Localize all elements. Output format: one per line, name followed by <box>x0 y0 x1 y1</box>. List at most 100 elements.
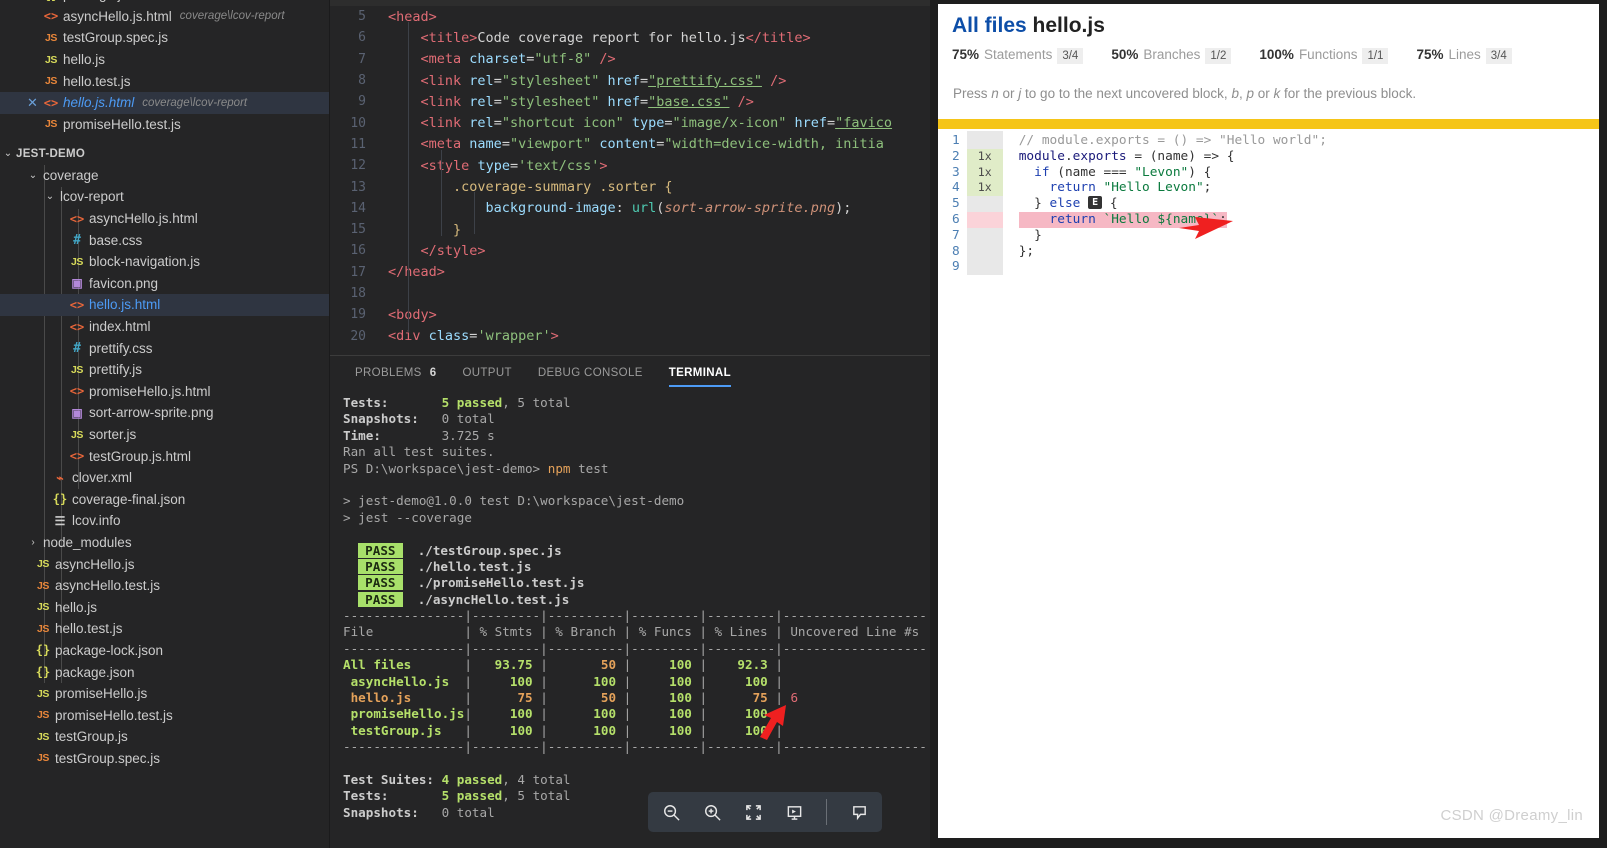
css-icon: # <box>73 340 81 356</box>
html-icon: <> <box>69 384 85 399</box>
code-line: 14 background-image: url(sort-arrow-spri… <box>330 198 930 219</box>
workspace-tree-section: ⌄ JEST-DEMO ⌄ coverage ⌄ lcov-report <> asyncHe… <box>0 143 329 769</box>
tree-file-label: promiseHello.js <box>55 686 148 702</box>
open-editor-item[interactable]: JS hello.test.js <box>0 70 329 92</box>
panel-tab-label: DEBUG CONSOLE <box>537 366 643 379</box>
panel-tab-output[interactable]: OUTPUT <box>449 356 524 389</box>
tree-file-base.css[interactable]: # base.css <box>0 229 329 251</box>
js-icon: JS <box>36 730 50 743</box>
line-number: 20 <box>350 328 366 344</box>
tree-folder-node_modules[interactable]: › node_modules <box>0 532 329 554</box>
json-icon: {} <box>35 643 51 658</box>
tree-file-testGroup.js[interactable]: JS testGroup.js <box>0 726 329 748</box>
tree-file-package.json[interactable]: {} package.json <box>0 661 329 683</box>
tree-file-hello.js[interactable]: JS hello.js <box>0 596 329 618</box>
tree-file-promiseHello.test.js[interactable]: JS promiseHello.test.js <box>0 704 329 726</box>
source-code-lines[interactable]: // module.exports = () => "Hello world";… <box>1003 131 1599 275</box>
tree-file-promiseHello.js.html[interactable]: <> promiseHello.js.html <box>0 381 329 403</box>
workspace-root-row[interactable]: ⌄ JEST-DEMO <box>0 143 329 165</box>
open-editor-name: hello.js <box>63 52 106 68</box>
maximize-panel-icon[interactable] <box>742 801 764 823</box>
tree-file-prettify.css[interactable]: # prettify.css <box>0 337 329 359</box>
panel-tab-debug-console[interactable]: DEBUG CONSOLE <box>525 356 656 389</box>
coverage-fraction: 1/2 <box>1205 48 1232 64</box>
panel-tab-problems[interactable]: PROBLEMS 6 <box>342 356 449 389</box>
terminal-line: PASS ./promiseHello.test.js <box>343 575 930 591</box>
panel-tab-terminal[interactable]: TERMINAL <box>656 356 744 389</box>
tree-file-sort-arrow-sprite.png[interactable]: ▣ sort-arrow-sprite.png <box>0 402 329 424</box>
open-editor-item[interactable]: JS testGroup.spec.js <box>0 27 329 49</box>
terminal-line: hello.js | 75 | 50 | 100 | 75 | 6 <box>350 690 799 706</box>
chevron-right-icon[interactable]: › <box>25 537 41 548</box>
zoom-out-icon[interactable] <box>660 801 682 823</box>
code-editor[interactable]: 5 <head> 6 <title>Code coverage report for… <box>330 0 930 355</box>
tree-file-clover.xml[interactable]: ⌁ clover.xml <box>0 467 329 489</box>
split-terminal-icon[interactable] <box>783 801 805 823</box>
line-content: </head> <box>388 264 445 281</box>
tree-folder-lcov-report[interactable]: ⌄ lcov-report <box>0 186 329 208</box>
panel-tab-count: 6 <box>429 366 437 379</box>
chevron-down-icon[interactable]: ⌄ <box>25 170 41 181</box>
tree-file-asyncHello.test.js[interactable]: JS asyncHello.test.js <box>0 575 329 597</box>
png-icon: ▣ <box>71 405 83 420</box>
line-number: 9 <box>358 94 366 110</box>
close-icon[interactable]: ✕ <box>24 95 41 111</box>
code-line: 11 <meta name="viewport" content="width=… <box>330 134 930 155</box>
tree-file-lcov.info[interactable]: ☰ lcov.info <box>0 510 329 532</box>
source-line-number: 8 <box>952 243 960 259</box>
tree-file-label: favicon.png <box>89 275 159 291</box>
source-line-number: 1 <box>952 133 960 148</box>
tree-file-asyncHello.js.html[interactable]: <> asyncHello.js.html <box>0 208 329 230</box>
code-line: 13 .coverage-summary .sorter { <box>330 176 930 197</box>
source-line: } <box>1018 227 1042 243</box>
tree-file-index.html[interactable]: <> index.html <box>0 316 329 338</box>
tree-folder-coverage[interactable]: ⌄ coverage <box>0 165 329 187</box>
tree-file-promiseHello.js[interactable]: JS promiseHello.js <box>0 683 329 705</box>
coverage-metric-label: Lines <box>1448 47 1481 62</box>
tree-file-testGroup.js.html[interactable]: <> testGroup.js.html <box>0 445 329 467</box>
info-icon: ☰ <box>54 513 66 528</box>
tree-file-sorter.js[interactable]: JS sorter.js <box>0 424 329 446</box>
tree-file-label: prettify.css <box>89 340 153 356</box>
json-icon: {} <box>35 665 51 680</box>
open-editor-item[interactable]: <> asyncHello.js.html coverage\lcov-report <box>0 6 329 28</box>
feedback-icon[interactable] <box>848 801 870 823</box>
json-icon: {} <box>41 0 61 2</box>
source-hit-count: 1x <box>966 148 1003 165</box>
breadcrumb-all-files[interactable]: All files <box>952 14 1027 37</box>
line-number: 16 <box>350 243 366 259</box>
open-editor-item[interactable]: ✕ <> hello.js.html coverage\lcov-report <box>0 92 329 114</box>
report-header: All files hello.js 75% Statements 3/4 50% Br… <box>938 4 1599 101</box>
tree-file-package-lock.json[interactable]: {} package-lock.json <box>0 640 329 662</box>
terminal-line: PASS ./asyncHello.test.js <box>343 591 930 608</box>
open-editor-item[interactable]: JS hello.js <box>0 49 329 71</box>
explorer-sidebar: {}package.json<>asyncHello.js.htmlcovera… <box>0 0 330 848</box>
open-editor-name: hello.test.js <box>63 73 131 89</box>
source-code-view: 123456789 1x 1x 1x // module.exports = () … <box>938 129 1599 276</box>
tree-file-favicon.png[interactable]: ▣ favicon.png <box>0 273 329 295</box>
keyboard-hint: Press n or j to go to the next uncovered… <box>953 86 1417 101</box>
tree-file-label: hello.test.js <box>55 621 123 637</box>
coverage-report-document: All files hello.js 75% Statements 3/4 50% Br… <box>938 4 1599 838</box>
coverage-percent: 50% <box>1111 47 1139 62</box>
tree-file-hello.js.html[interactable]: <> hello.js.html <box>0 294 329 316</box>
zoom-in-icon[interactable] <box>701 801 723 823</box>
open-editor-name: package.json <box>61 0 143 2</box>
open-editor-item[interactable]: JS promiseHello.test.js <box>0 114 329 136</box>
code-line: 6 <title>Code coverage report for hello.… <box>330 27 930 48</box>
tree-file-prettify.js[interactable]: JS prettify.js <box>0 359 329 381</box>
terminal-output[interactable]: Tests: 5 passed, 5 total Snapshots: 0 tot… <box>330 389 930 821</box>
tree-file-coverage-final.json[interactable]: {} coverage-final.json <box>0 489 329 511</box>
source-line: if (name === "Levon") { <box>1034 164 1212 180</box>
tree-file-label: package.json <box>55 664 135 680</box>
tree-file-hello.test.js[interactable]: JS hello.test.js <box>0 618 329 640</box>
coverage-stat: 100% Functions 1/1 <box>1259 47 1389 64</box>
tree-file-testGroup.spec.js[interactable]: JS testGroup.spec.js <box>0 748 329 770</box>
tree-file-label: block-navigation.js <box>89 254 201 270</box>
coverage-percent: 75% <box>952 47 980 62</box>
tree-file-block-navigation.js[interactable]: JS block-navigation.js <box>0 251 329 273</box>
chevron-down-icon[interactable]: ⌄ <box>42 191 58 202</box>
source-hit-count: 1x <box>966 180 1003 197</box>
tree-file-asyncHello.js[interactable]: JS asyncHello.js <box>0 553 329 575</box>
